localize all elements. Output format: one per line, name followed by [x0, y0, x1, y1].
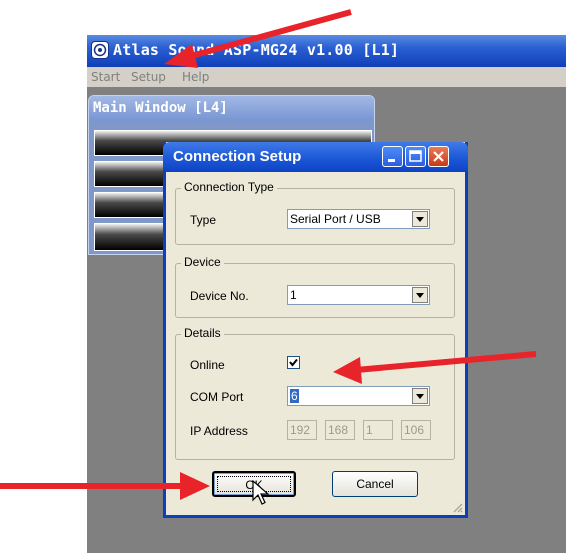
annotation-arrows [0, 9, 537, 500]
red-arrow-icon [333, 351, 537, 384]
red-arrow-icon [0, 472, 210, 500]
red-arrow-icon [164, 9, 352, 68]
